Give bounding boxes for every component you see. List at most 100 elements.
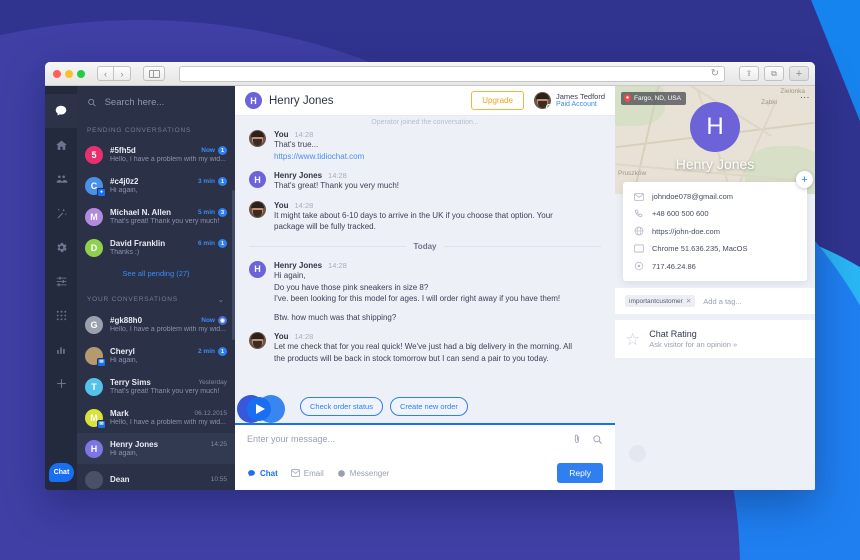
conversation-item[interactable]: M ✉ Mark 06.12.2015 Hello, I have a problem … (77, 402, 235, 433)
rail-item-automation[interactable] (45, 196, 77, 230)
visitor-detail-row[interactable]: Chrome 51.636.235, MacOS (623, 240, 807, 257)
back-button[interactable]: ‹ (97, 66, 114, 81)
share-icon[interactable]: ⇪ (739, 66, 759, 81)
visitor-panel: Zielonka Ząbki Pruszków Fargo, ND, USA ⋮… (615, 86, 815, 490)
sidebar-icon (148, 69, 160, 78)
visitor-detail-value: +48 600 500 600 (652, 209, 709, 218)
minimize-window-button[interactable] (65, 69, 73, 78)
new-tab-icon[interactable]: + (789, 66, 809, 81)
reload-icon[interactable]: ↻ (711, 68, 719, 79)
search-row[interactable] (77, 86, 235, 118)
conversation-time: 3 min (198, 178, 215, 185)
conversation-preview: Hi again, (110, 187, 138, 194)
more-vertical-icon[interactable]: ⋮ (800, 93, 810, 102)
message-body: You 14:28 Let me check that for you real q… (274, 332, 601, 364)
maximize-window-button[interactable] (77, 69, 85, 78)
conversation-item[interactable]: T Terry Sims Yesterday That's great! Thank … (77, 371, 235, 402)
rail-item-settings[interactable] (45, 230, 77, 264)
forward-button[interactable]: › (114, 66, 131, 81)
account-menu[interactable]: James Tedford Paid Account (533, 91, 605, 109)
channel-label: Messenger (349, 468, 390, 478)
conversation-preview: That's great! Thank you very much! (110, 388, 220, 395)
message-input[interactable] (247, 434, 562, 444)
tabs-icon[interactable]: ⧉ (764, 66, 784, 81)
rating-subtitle: Ask visitor for an opinion » (649, 340, 738, 349)
message-body: You 14:28 That's true... https://www.tidioc… (274, 130, 601, 162)
icon-rail: Chat (45, 86, 77, 490)
conversation-body: Dean 10:55 (110, 475, 227, 485)
visitor-detail-row[interactable]: https://john-doe.com (623, 222, 807, 240)
play-icon[interactable] (237, 394, 295, 424)
your-section-header[interactable]: Your conversations ⌄ (77, 286, 235, 309)
visitor-detail-row[interactable]: 717.46.24.86 (623, 257, 807, 275)
reply-button[interactable]: Reply (557, 463, 603, 483)
message-author: You (274, 130, 289, 139)
visitor-detail-row[interactable]: +48 600 500 600 (623, 205, 807, 222)
conversation-item[interactable]: Dean 10:55 (77, 464, 235, 490)
conversation-list: Pending conversations 5#5fh5dNow1Hello, … (77, 86, 235, 490)
unread-badge: ◉ (218, 316, 227, 325)
account-name: James Tedford (555, 91, 605, 101)
rail-item-visitors[interactable] (45, 162, 77, 196)
visitor-detail-row[interactable]: johndoe078@gmail.com (623, 188, 807, 205)
visitor-avatar: H (690, 102, 740, 152)
search-input[interactable] (104, 96, 225, 108)
conversation-body: #c4j0z2 3 min 1 Hi again, (110, 177, 227, 194)
chat-rating-card[interactable]: ☆ Chat Rating Ask visitor for an opinion… (615, 320, 815, 358)
rail-item-preferences[interactable] (45, 264, 77, 298)
visitor-details-rows: johndoe078@gmail.com +48 600 500 600 https… (623, 188, 807, 275)
unread-badge: 1 (218, 239, 227, 248)
conversation-body: #gk88h0 Now ◉ Hello, I have a problem with … (110, 316, 227, 333)
avatar: ✉ (85, 346, 106, 367)
add-detail-button[interactable]: + (796, 171, 813, 188)
add-tag-input[interactable]: Add a tag... (703, 297, 741, 306)
close-window-button[interactable] (53, 69, 61, 78)
online-status-dot (545, 103, 551, 109)
channel-email[interactable]: Email (290, 469, 324, 478)
map-label: Ząbki (761, 99, 777, 106)
conversation-item[interactable]: C ● #c4j0z2 3 min 1 Hi again, (77, 170, 235, 201)
upgrade-button[interactable]: Upgrade (471, 91, 524, 110)
channel-chat[interactable]: Chat (247, 469, 278, 478)
conversation-item[interactable]: H Henry Jones 14:25 Hi again, (77, 433, 235, 464)
chat-widget-badge[interactable]: Chat (49, 463, 74, 482)
magic-wand-icon (56, 208, 67, 218)
conversation-name: Dean (110, 474, 130, 484)
conversation-item[interactable]: D David Franklin 6 min 1 Thanks :) (77, 232, 235, 263)
visitor-map[interactable]: Zielonka Ząbki Pruszków Fargo, ND, USA ⋮… (615, 86, 815, 194)
rail-item-apps[interactable] (45, 298, 77, 332)
sidebar-toggle-button[interactable] (143, 66, 165, 81)
remove-tag-icon[interactable]: ✕ (686, 297, 691, 305)
chevron-down-icon[interactable]: ⌄ (217, 295, 225, 304)
tag-pill[interactable]: importantcustomer ✕ (625, 295, 696, 307)
paperclip-icon[interactable] (572, 433, 582, 445)
bar-chart-icon (56, 346, 65, 354)
conversation-item[interactable]: G #gk88h0 Now ◉ Hello, I have a problem with… (77, 309, 235, 340)
chat-header-avatar: H (245, 92, 262, 109)
conversation-name: #gk88h0 (110, 316, 143, 325)
message-link[interactable]: https://www.tidiochat.com (274, 151, 601, 163)
message-time: 14:28 (294, 332, 314, 342)
chat-message: You 14:28 Let me check that for you real q… (249, 332, 601, 364)
rail-item-analytics[interactable] (45, 332, 77, 366)
conversation-body: Henry Jones 14:25 Hi again, (110, 440, 227, 457)
avatar: G (85, 315, 103, 334)
quick-action-chip[interactable]: Create new order (389, 396, 468, 416)
account-status: Paid Account (555, 100, 597, 108)
quick-actions-row: Check order status Create new order (235, 395, 615, 423)
page-title: Henry Jones (269, 94, 334, 107)
rail-item-home[interactable] (45, 128, 77, 162)
conversation-item[interactable]: M Michael N. Allen 5 min 3 That's great! Tha… (77, 201, 235, 232)
channel-messenger[interactable]: Messenger (337, 468, 390, 478)
window-controls[interactable] (51, 69, 85, 78)
message-text: Btw. how much was that shipping? (274, 312, 397, 322)
rail-item-add[interactable] (45, 366, 77, 400)
quick-action-chip[interactable]: Check order status (300, 396, 383, 416)
see-all-pending-link[interactable]: See all pending (27) (77, 263, 235, 286)
conversation-item[interactable]: ✉ Cheryl 2 min 1 Hi again, (77, 340, 235, 371)
address-bar[interactable]: ↻ (179, 65, 725, 82)
message-thread[interactable]: Operator joined the conversation... You 1… (235, 116, 615, 395)
rail-item-chat[interactable] (45, 94, 77, 128)
search-icon[interactable] (592, 434, 603, 445)
conversation-item[interactable]: 5 #5fh5d Now 1 Hello, I have a problem with … (77, 139, 235, 170)
